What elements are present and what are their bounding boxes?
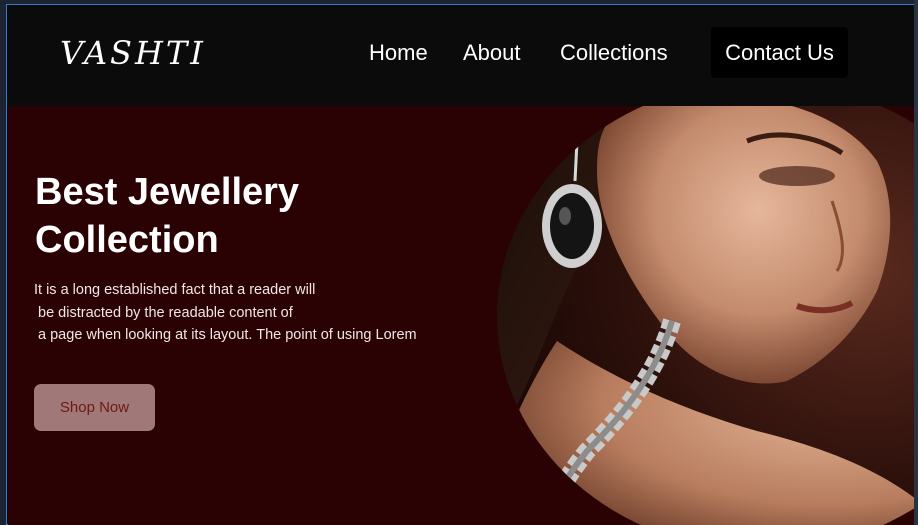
shop-now-button[interactable]: Shop Now xyxy=(34,384,155,431)
navbar: VASHTI Home About Collections Contact Us xyxy=(8,6,914,106)
contact-us-button[interactable]: Contact Us xyxy=(711,27,848,78)
hero-model-image xyxy=(497,106,914,525)
hero-section: Best Jewellery Collection It is a long e… xyxy=(8,106,914,525)
nav-link-home[interactable]: Home xyxy=(369,40,428,66)
hero-description: It is a long established fact that a rea… xyxy=(34,282,417,343)
nav-link-about[interactable]: About xyxy=(463,40,521,66)
nav-link-collections[interactable]: Collections xyxy=(560,40,668,66)
jewellery-model-illustration xyxy=(497,106,914,525)
brand-logo[interactable]: VASHTI xyxy=(60,34,206,72)
vertical-scrollbar[interactable] xyxy=(914,0,918,525)
hero-title: Best Jewellery Collection xyxy=(35,171,300,261)
